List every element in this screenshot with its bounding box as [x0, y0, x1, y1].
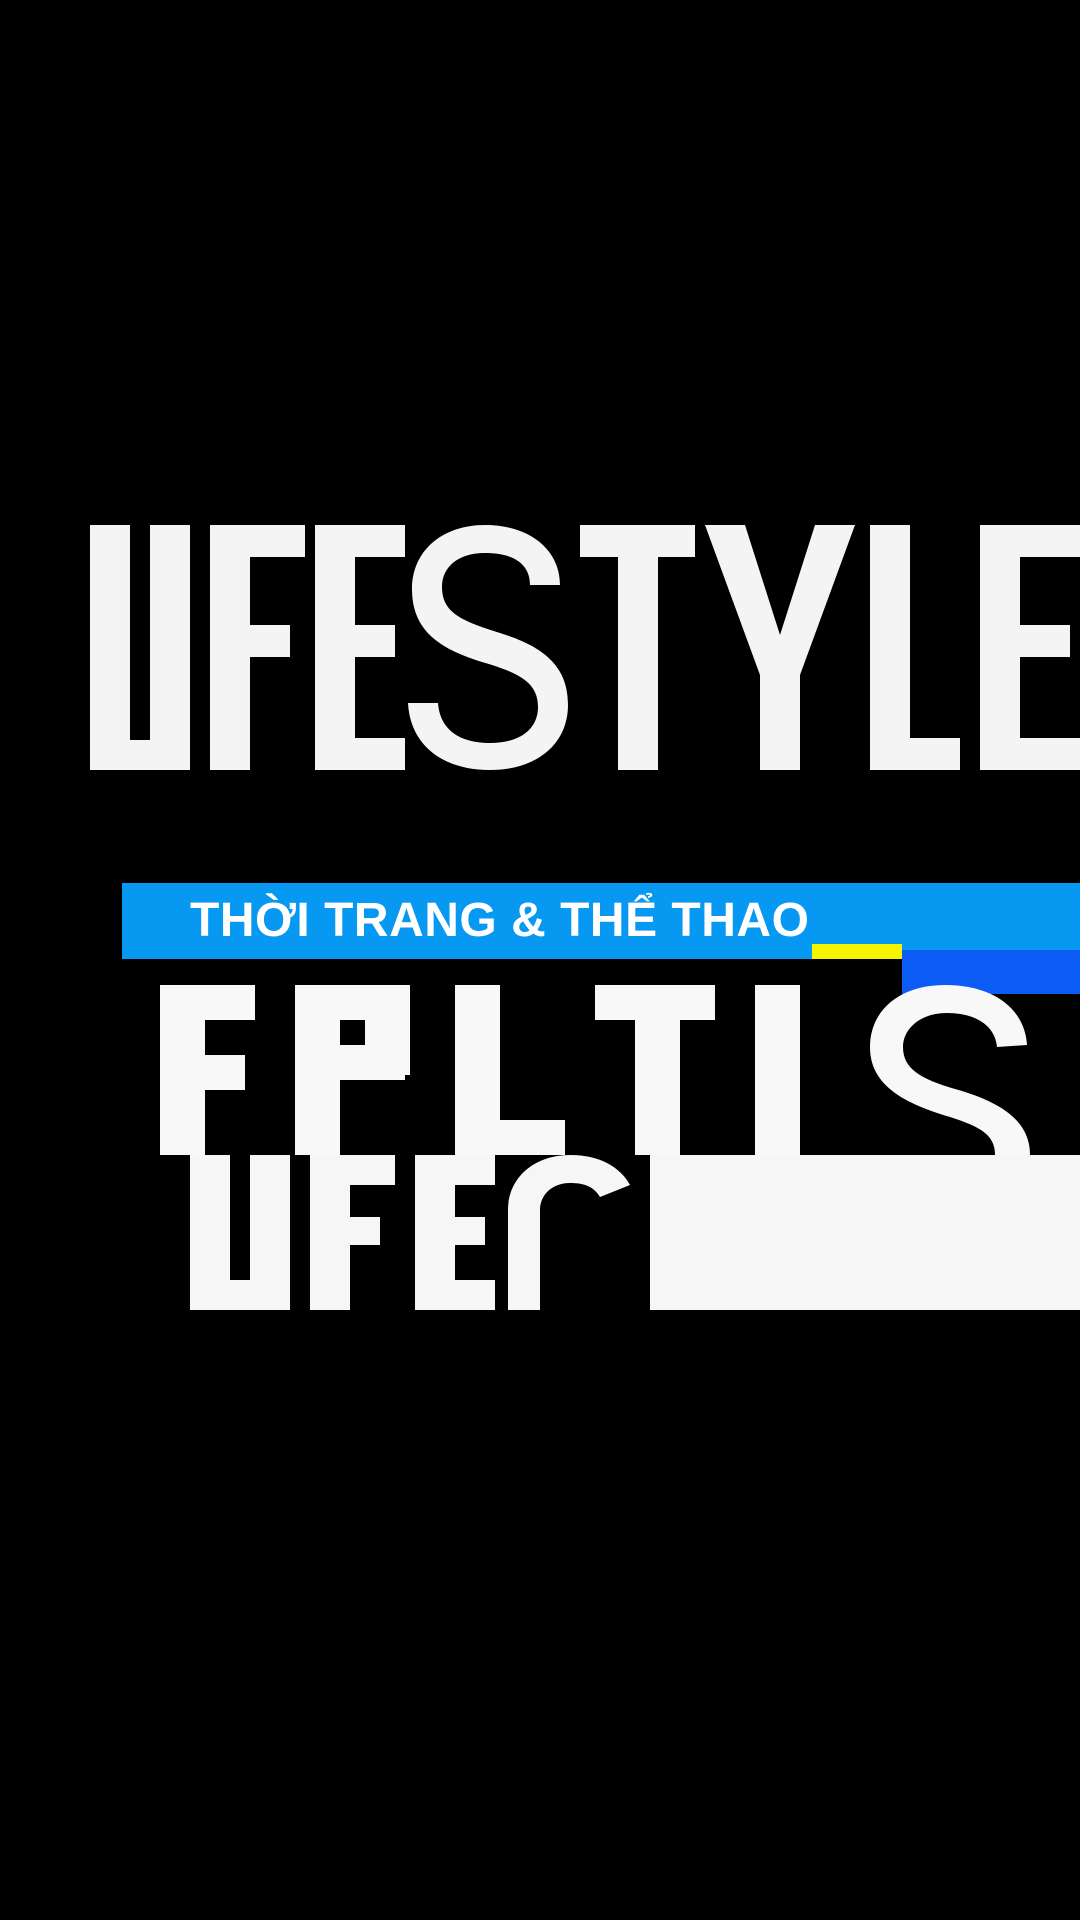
secondary-wordmark-logo: [160, 985, 1030, 1155]
lower-wordmark-logo: [190, 1155, 1080, 1310]
banner-label: THỜI TRANG & THỂ THAO: [190, 894, 810, 947]
poster-canvas: THỜI TRANG & THỂ THAO: [0, 0, 1080, 1920]
lifestyle-wordmark-logo: [90, 525, 1080, 770]
